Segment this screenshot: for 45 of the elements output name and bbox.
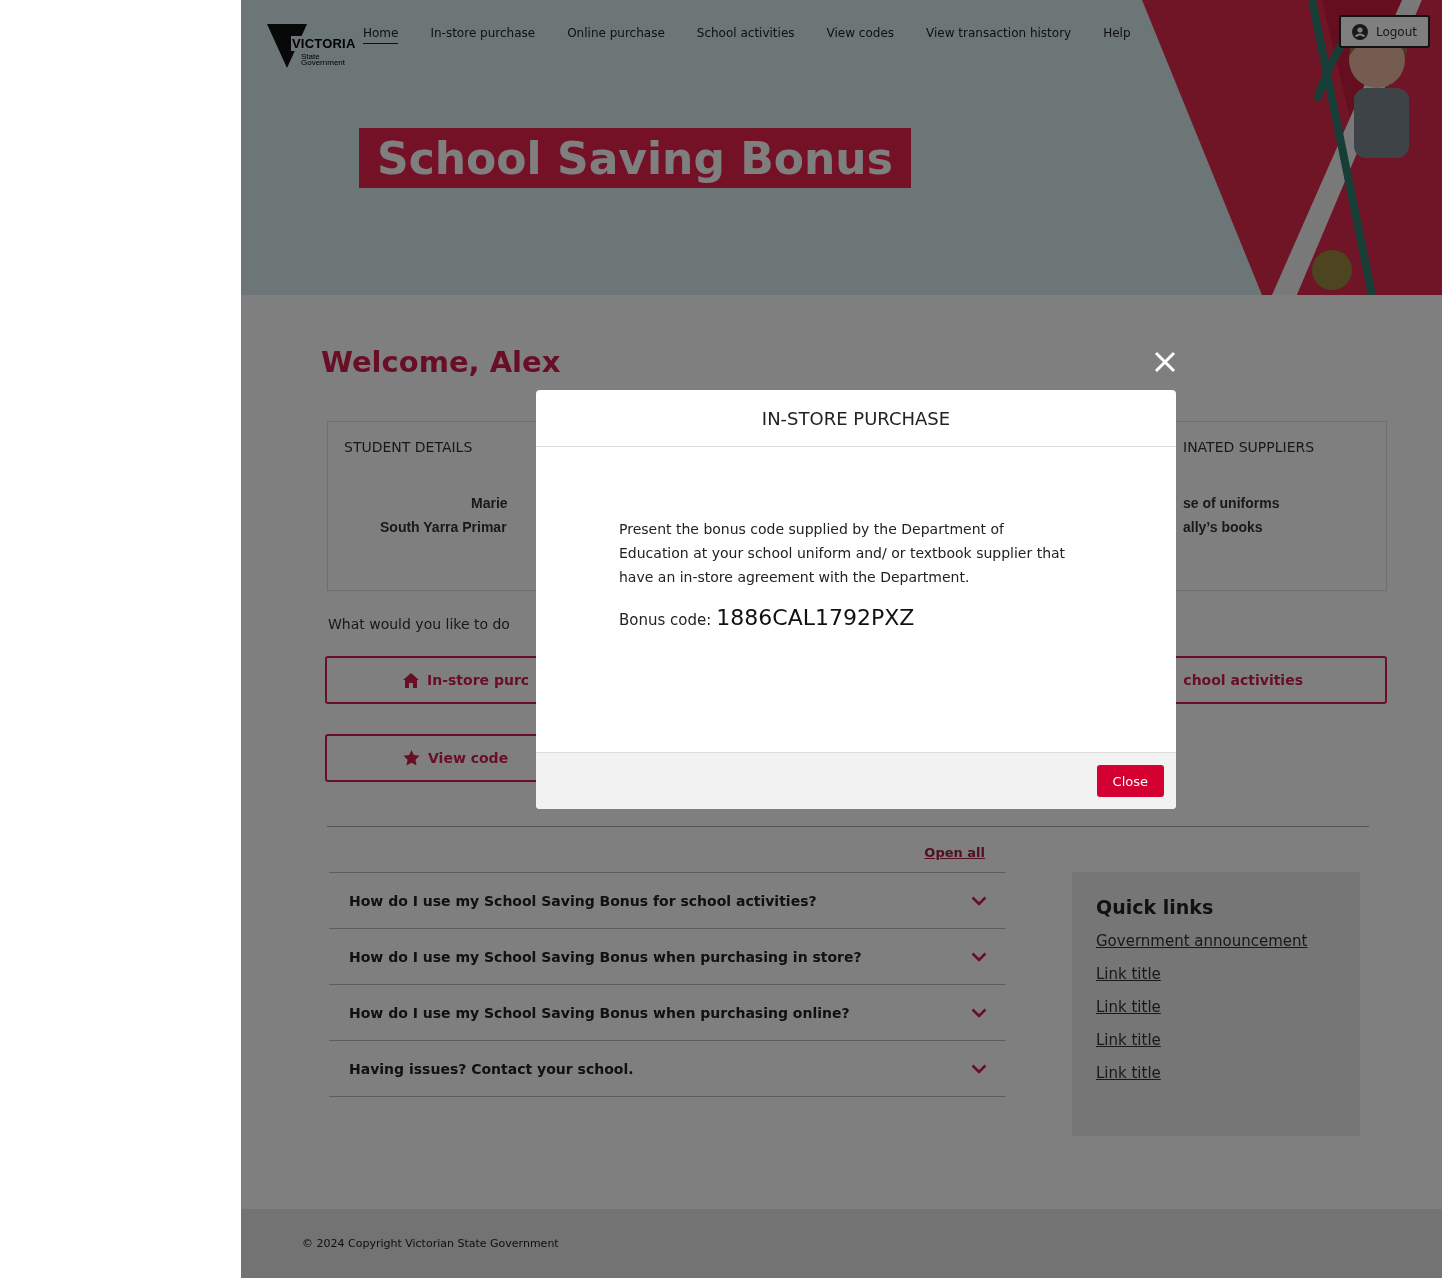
copyright-text: © 2024 Copyright Victorian State Government [302, 1237, 559, 1250]
quick-link[interactable]: Link title [1096, 1031, 1336, 1049]
accordion-question: How do I use my School Saving Bonus when purchasing online? [349, 1004, 850, 1021]
code-label: Bonus code: [619, 611, 712, 629]
quick-link[interactable]: Government announcement [1096, 932, 1336, 950]
user-icon [1351, 23, 1368, 40]
card-title: STUDENT DETAILS [344, 439, 474, 455]
accordion-row[interactable]: How do I use my School Saving Bonus for school activities? [329, 872, 1005, 928]
accordion-question: How do I use my School Saving Bonus for school activities? [349, 892, 817, 909]
quick-link[interactable]: Link title [1096, 1064, 1336, 1082]
nav-link[interactable]: View transaction history [926, 26, 1072, 44]
accordion-row[interactable]: How do I use my School Saving Bonus when purchasing online? [329, 984, 1005, 1040]
nav-link[interactable]: In-store purchase [430, 26, 536, 44]
prompt-text: What would you like to do [328, 616, 510, 632]
modal-title: IN-STORE PURCHASE [761, 407, 951, 429]
supplier-name: se of uniforms [1183, 494, 1280, 513]
accordion-question: How do I use my School Saving Bonus when purchasing in store? [349, 948, 862, 965]
page-title: School Saving Bonus [359, 128, 911, 188]
nav-link[interactable]: School activities [696, 26, 795, 44]
card-title: INATED SUPPLIERS [1183, 439, 1315, 455]
student-detail: Marie [470, 494, 508, 513]
quick-links-title: Quick links [1096, 896, 1215, 918]
quick-link[interactable]: Link title [1096, 965, 1336, 983]
star-icon [403, 750, 420, 766]
logo-subtext: State [301, 52, 320, 61]
logo-subtext: Government [301, 58, 346, 67]
student-detail: South Yarra Primar [380, 518, 507, 537]
logout-button[interactable]: Logout [1338, 15, 1430, 48]
bonus-code: 1886CAL1792PXZ [716, 605, 915, 630]
supplier-name: ally’s books [1183, 518, 1263, 537]
open-all-link[interactable]: Open all [329, 845, 985, 860]
nav-link[interactable]: Help [1103, 26, 1131, 44]
accordion-question: Having issues? Contact your school. [349, 1060, 634, 1077]
welcome-heading: Welcome, Alex [321, 345, 561, 379]
accordion-row[interactable]: How do I use my School Saving Bonus when purchasing in store? [329, 928, 1005, 984]
logo-text: VICTORIA [291, 36, 357, 51]
close-icon[interactable] [1152, 349, 1178, 375]
nav-link[interactable]: Online purchase [567, 26, 665, 44]
quick-link[interactable]: Link title [1096, 998, 1336, 1016]
nav-link[interactable]: Home [363, 26, 399, 44]
modal-text: Present the bonus code supplied by the Department of Education at your school uniform and/ or textbook supplier that have an in-store agreement with the Department. [619, 520, 1067, 587]
nav-link[interactable]: View codes [826, 26, 895, 44]
accordion-row[interactable]: Having issues? Contact your school. [329, 1040, 1005, 1097]
close-button[interactable]: Close [1096, 765, 1164, 797]
home-icon [403, 672, 419, 688]
